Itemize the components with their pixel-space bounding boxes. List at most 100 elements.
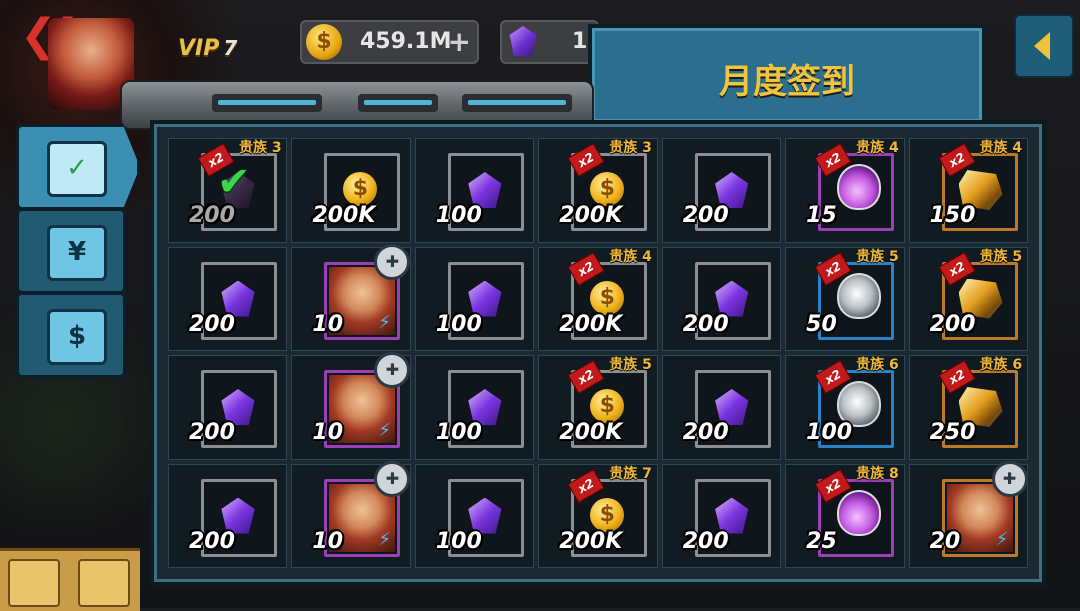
reward-quantity: 200K (312, 203, 376, 228)
page-title-banner: 月度签到 (588, 24, 986, 126)
noble-level-label: 贵族 5 (856, 248, 899, 265)
reward-day-15[interactable]: 200 (168, 355, 288, 460)
checkin-panel: 贵族 3 x2 200 ✔ $200K 100 $ 贵族 3 x2 200K 200 贵族 4 x2 15… (150, 120, 1046, 586)
friends-button[interactable] (8, 559, 60, 607)
gold-coin-icon: $ (590, 389, 625, 423)
reward-quantity: 200K (559, 203, 623, 228)
reward-quantity: 200 (189, 203, 235, 228)
gold-counter: $ 459.1M + (300, 20, 479, 64)
reward-day-26[interactable]: 200 (661, 463, 782, 568)
reward-quantity: 100 (435, 203, 482, 228)
bottom-left-menu (0, 548, 140, 611)
reward-day-18[interactable]: $ 贵族 5 x2 200K (538, 355, 658, 460)
reward-quantity: 200 (189, 420, 235, 445)
menu-button[interactable] (78, 559, 130, 607)
lightning-icon: ⚡ (995, 528, 1009, 550)
reward-day-23[interactable]: ✚ ⚡ 10 (291, 460, 411, 568)
gem-counter: 1 (500, 20, 599, 64)
puzzle-piece-icon: ✚ (374, 352, 411, 388)
shopping-bag-icon: ¥ (47, 225, 107, 281)
reward-quantity: 100 (806, 420, 853, 445)
reward-day-25[interactable]: $ 贵族 7 x2 200K (538, 463, 658, 568)
reward-day-11[interactable]: $ 贵族 4 x2 200K (538, 246, 658, 351)
puzzle-piece-icon: ✚ (374, 243, 411, 280)
reward-day-20[interactable]: 贵族 6 x2 100 (785, 355, 905, 460)
reward-quantity: 10 (312, 420, 344, 445)
reward-quantity: 25 (806, 528, 837, 554)
reward-day-9[interactable]: ✚ ⚡ 10 (291, 243, 411, 351)
page-title: 月度签到 (719, 62, 855, 102)
noble-level-label: 贵族 6 (979, 357, 1023, 373)
gem-icon (509, 26, 537, 56)
reward-day-13[interactable]: 贵族 5 x2 50 (785, 246, 905, 351)
puzzle-piece-icon: ✚ (991, 460, 1028, 497)
reward-day-24[interactable]: 100 (414, 463, 535, 568)
gold-coin-icon: $ (590, 172, 625, 206)
reward-day-16[interactable]: ✚ ⚡ 10 (291, 352, 411, 460)
noble-level-label: 贵族 4 (856, 140, 899, 156)
noble-level-label: 贵族 8 (856, 465, 899, 482)
gold-coin-icon: $ (590, 497, 625, 532)
reward-quantity: 15 (806, 203, 837, 228)
reward-day-10[interactable]: 100 (414, 246, 535, 351)
lightning-icon: ⚡ (378, 528, 392, 550)
reward-day-6[interactable]: 贵族 4 x2 15 (785, 138, 905, 243)
tab-shop[interactable]: ¥ (16, 208, 126, 294)
puzzle-piece-icon: ✚ (374, 460, 411, 497)
reward-day-27[interactable]: 贵族 8 x2 25 (785, 463, 905, 568)
reward-day-22[interactable]: 200 (168, 463, 288, 568)
reward-day-5[interactable]: 200 (661, 138, 782, 243)
purple-potion-icon (837, 489, 882, 536)
reward-day-2[interactable]: $200K (291, 138, 411, 243)
lightning-icon: ⚡ (378, 420, 392, 441)
arrow-left-icon (1034, 32, 1050, 60)
reward-day-21[interactable]: 贵族 6 x2 250 (908, 355, 1028, 460)
reward-quantity: 200 (682, 420, 729, 445)
noble-level-label: 贵族 4 (609, 248, 652, 265)
reward-quantity: 250 (929, 420, 976, 445)
reward-day-12[interactable]: 200 (661, 246, 782, 351)
reward-quantity: 50 (806, 311, 837, 337)
vip-level: 7 (223, 36, 238, 60)
purple-potion-icon (837, 164, 882, 210)
tab-daily-checkin[interactable]: ✓ (16, 124, 140, 210)
collapse-button[interactable] (1014, 14, 1074, 78)
noble-level-label: 贵族 3 (239, 140, 282, 156)
reward-day-28[interactable]: ✚ ⚡ 20 (908, 460, 1028, 568)
reward-day-3[interactable]: 100 (414, 138, 535, 243)
reward-day-17[interactable]: 100 (414, 355, 535, 460)
reward-day-19[interactable]: 200 (661, 355, 782, 460)
gold-coin-icon: $ (306, 24, 342, 60)
reward-day-4[interactable]: $ 贵族 3 x2 200K (538, 138, 658, 243)
reward-day-7[interactable]: 贵族 4 x2 150 (908, 138, 1028, 243)
reward-quantity: 200 (929, 311, 976, 337)
reward-day-1[interactable]: 贵族 3 x2 200 ✔ (168, 138, 288, 243)
noble-level-label: 贵族 5 (979, 248, 1023, 265)
reward-quantity: 100 (435, 311, 482, 337)
add-gold-button[interactable]: + (448, 22, 471, 62)
calendar-check-icon: ✓ (47, 141, 107, 197)
reward-day-8[interactable]: 200 (168, 246, 288, 351)
reward-day-14[interactable]: 贵族 5 x2 200 (908, 246, 1028, 351)
lightning-icon: ⚡ (378, 311, 392, 333)
reward-grid: 贵族 3 x2 200 ✔ $200K 100 $ 贵族 3 x2 200K 200 贵族 4 x2 15… (168, 138, 1028, 568)
claimed-check-icon: ✔ (217, 159, 251, 205)
reward-quantity: 200 (189, 311, 235, 337)
noble-level-label: 贵族 3 (609, 140, 652, 156)
vip-label: VIP (178, 36, 220, 61)
tab-cash[interactable]: $ (16, 292, 126, 378)
noble-level-label: 贵族 4 (979, 140, 1023, 156)
reward-quantity: 10 (312, 311, 344, 337)
reward-quantity: 100 (435, 528, 482, 554)
reward-quantity: 200K (559, 528, 623, 554)
vip-badge[interactable]: VIP 7 (178, 36, 237, 61)
reward-quantity: 200 (682, 203, 729, 228)
gold-amount: 459.1M (360, 29, 452, 54)
reward-quantity: 10 (312, 528, 344, 554)
noble-level-label: 贵族 5 (609, 357, 652, 373)
reward-quantity: 200K (559, 420, 623, 445)
gem-amount: 1 (572, 29, 588, 54)
reward-quantity: 200 (682, 311, 729, 337)
reward-quantity: 200K (559, 311, 623, 337)
silver-potion-icon (837, 272, 882, 319)
